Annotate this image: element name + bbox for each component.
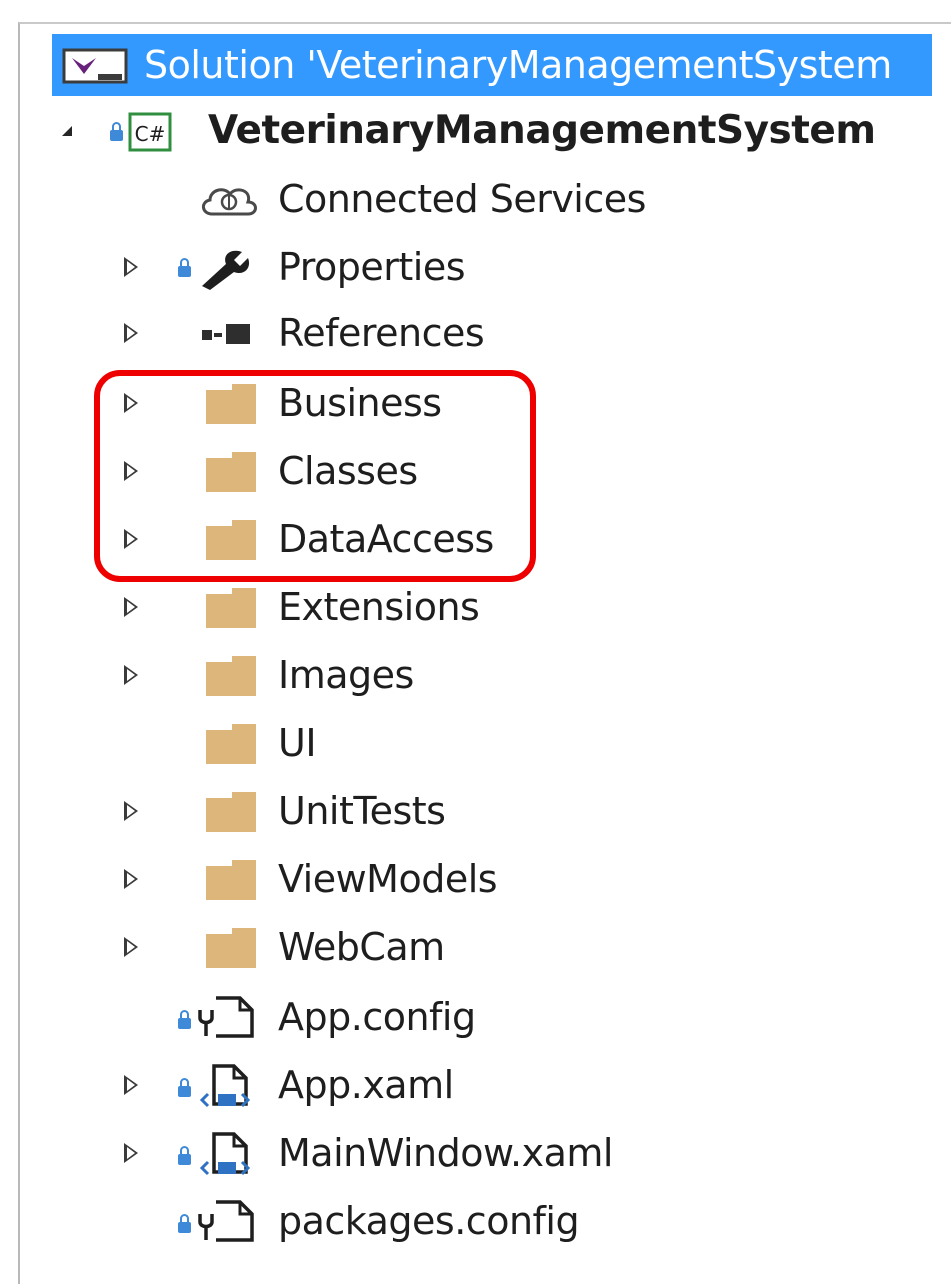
tree-item-properties[interactable]: Properties — [0, 236, 951, 298]
config-file-icon — [198, 1200, 254, 1242]
config-file-icon — [198, 996, 254, 1038]
viewmodels-label: ViewModels — [278, 857, 498, 901]
folder-icon — [206, 792, 256, 832]
tree-item-solution[interactable]: Solution 'VeterinaryManagementSystem — [52, 34, 932, 96]
folder-icon — [206, 860, 256, 900]
project-label: VeterinaryManagementSystem — [208, 108, 876, 153]
expand-arrow-icon[interactable] — [124, 801, 138, 821]
business-label: Business — [278, 381, 442, 425]
expand-arrow-icon[interactable] — [124, 461, 138, 481]
xaml-file-icon — [199, 1064, 251, 1108]
tree-item-unittests[interactable]: UnitTests — [0, 780, 951, 842]
app-config-label: App.config — [278, 995, 476, 1039]
svg-text:C#: C# — [135, 122, 166, 146]
tree-item-connected-services[interactable]: Connected Services — [0, 168, 951, 230]
lock-icon — [178, 1146, 191, 1165]
lock-icon — [178, 258, 191, 277]
webcam-label: WebCam — [278, 925, 445, 969]
tree-item-business[interactable]: Business — [0, 372, 951, 434]
csharp-project-icon: C# — [128, 112, 172, 152]
tree-item-classes[interactable]: Classes — [0, 440, 951, 502]
unittests-label: UnitTests — [278, 789, 446, 833]
tree-item-app-config[interactable]: App.config — [0, 986, 951, 1048]
tree-item-dataaccess[interactable]: DataAccess — [0, 508, 951, 570]
dataaccess-label: DataAccess — [278, 517, 494, 561]
tree-item-extensions[interactable]: Extensions — [0, 576, 951, 638]
expand-arrow-icon[interactable] — [124, 937, 138, 957]
visual-studio-solution-icon — [62, 48, 128, 84]
tree-item-references[interactable]: References — [0, 302, 951, 364]
expand-arrow-icon[interactable] — [124, 323, 138, 343]
expand-arrow-icon[interactable] — [124, 393, 138, 413]
lock-icon — [178, 1078, 191, 1097]
lock-icon — [178, 1214, 191, 1233]
collapse-arrow-icon[interactable] — [60, 124, 74, 138]
classes-label: Classes — [278, 449, 418, 493]
folder-icon — [206, 452, 256, 492]
lock-icon — [110, 122, 123, 141]
wrench-icon — [202, 250, 250, 290]
folder-icon — [206, 588, 256, 628]
xaml-file-icon — [199, 1132, 251, 1176]
references-label: References — [278, 311, 485, 355]
app-xaml-label: App.xaml — [278, 1063, 454, 1107]
expand-arrow-icon[interactable] — [124, 869, 138, 889]
tree-item-packages-config[interactable]: packages.config — [0, 1190, 951, 1252]
expand-arrow-icon[interactable] — [124, 1075, 138, 1095]
solution-label: Solution 'VeterinaryManagementSystem — [144, 43, 892, 87]
tree-item-webcam[interactable]: WebCam — [0, 916, 951, 978]
solution-explorer-tree: Solution 'VeterinaryManagementSystem C# … — [0, 0, 951, 1270]
tree-item-project[interactable]: C# VeterinaryManagementSystem — [0, 100, 951, 162]
mainwindow-xaml-label: MainWindow.xaml — [278, 1131, 613, 1175]
expand-arrow-icon[interactable] — [124, 597, 138, 617]
expand-arrow-icon[interactable] — [124, 1143, 138, 1163]
references-icon — [202, 324, 250, 344]
cloud-icon — [202, 188, 257, 216]
expand-arrow-icon[interactable] — [124, 665, 138, 685]
properties-label: Properties — [278, 245, 466, 289]
folder-icon — [206, 656, 256, 696]
packages-config-label: packages.config — [278, 1199, 580, 1243]
images-label: Images — [278, 653, 414, 697]
connected-services-label: Connected Services — [278, 177, 646, 221]
folder-icon — [206, 384, 256, 424]
tree-item-app-xaml[interactable]: App.xaml — [0, 1054, 951, 1116]
folder-icon — [206, 520, 256, 560]
folder-icon — [206, 928, 256, 968]
extensions-label: Extensions — [278, 585, 480, 629]
tree-item-images[interactable]: Images — [0, 644, 951, 706]
tree-item-mainwindow-xaml[interactable]: MainWindow.xaml — [0, 1122, 951, 1184]
lock-icon — [178, 1010, 191, 1029]
tree-item-viewmodels[interactable]: ViewModels — [0, 848, 951, 910]
expand-arrow-icon[interactable] — [124, 257, 138, 277]
folder-icon — [206, 724, 256, 764]
expand-arrow-icon[interactable] — [124, 529, 138, 549]
ui-label: UI — [278, 721, 317, 765]
tree-item-ui[interactable]: UI — [0, 712, 951, 774]
